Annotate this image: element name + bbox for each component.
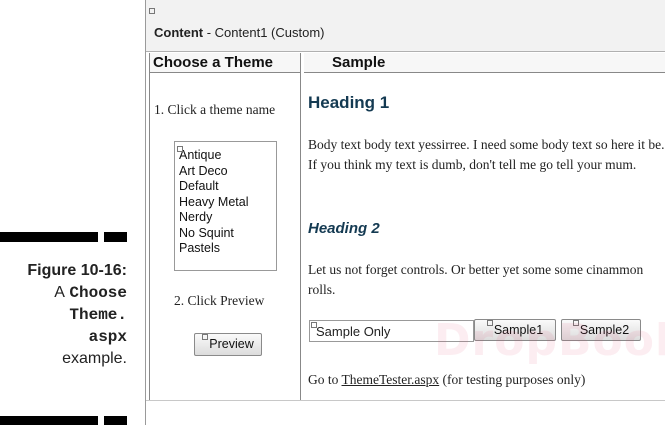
theme-list: Antique Art Deco Default Heavy Metal Nerdy No… bbox=[179, 148, 276, 257]
theme-list-item[interactable]: Pastels bbox=[179, 241, 276, 257]
preview-smart-tag-icon bbox=[202, 334, 209, 340]
content-placeholder-header[interactable]: Content - Content1 (Custom) bbox=[146, 0, 665, 52]
theme-list-item[interactable]: No Squint bbox=[179, 226, 276, 242]
choose-theme-column: Choose a Theme 1. Click a theme name Ant… bbox=[149, 53, 301, 400]
caption-code-1: Choose bbox=[69, 284, 127, 302]
preview-button[interactable]: Preview bbox=[194, 333, 262, 356]
body-text: Body text body text yessirree. I need so… bbox=[308, 137, 665, 172]
preview-button-label: Preview bbox=[209, 337, 254, 351]
choose-theme-heading: Choose a Theme bbox=[150, 53, 300, 73]
caption-prefix: A bbox=[54, 284, 65, 301]
watermark: DropBooks bbox=[434, 315, 665, 366]
content-title: Content - Content1 (Custom) bbox=[154, 25, 324, 40]
sample-heading: Sample bbox=[304, 53, 665, 73]
caption-suffix: example. bbox=[62, 350, 127, 367]
heading-1: Heading 1 bbox=[308, 93, 390, 112]
listbox-smart-tag-icon[interactable] bbox=[177, 146, 183, 152]
theme-listbox[interactable]: Antique Art Deco Default Heavy Metal Nerdy No… bbox=[174, 141, 277, 271]
theme-list-item[interactable]: Nerdy bbox=[179, 210, 276, 226]
goto-line: Go to ThemeTester.aspx (for testing purp… bbox=[308, 370, 585, 390]
designer-surface: Content - Content1 (Custom) Choose a The… bbox=[145, 0, 665, 425]
figure-caption: Figure 10-16: A Choose Theme. aspx examp… bbox=[0, 260, 127, 370]
theme-list-item[interactable]: Default bbox=[179, 179, 276, 195]
figure-number: Figure 10-16: bbox=[27, 262, 127, 279]
themetester-link[interactable]: ThemeTester.aspx bbox=[342, 372, 440, 387]
theme-list-item[interactable]: Antique bbox=[179, 148, 276, 164]
content-subtitle: - Content1 (Custom) bbox=[203, 25, 325, 40]
heading-2: Heading 2 bbox=[308, 220, 380, 237]
goto-prefix: Go to bbox=[308, 372, 342, 387]
controls-text: Let us not forget controls. Or better ye… bbox=[308, 262, 644, 297]
theme-list-item[interactable]: Heavy Metal bbox=[179, 195, 276, 211]
theme-list-item[interactable]: Art Deco bbox=[179, 164, 276, 180]
content-bold-title: Content bbox=[154, 25, 204, 40]
sample-column: Sample Heading 1 Body text body text yes… bbox=[304, 53, 665, 400]
caption-code-2: Theme. bbox=[69, 306, 127, 324]
caption-code-3: aspx bbox=[88, 328, 127, 346]
smart-tag-icon[interactable] bbox=[149, 8, 155, 14]
goto-suffix: (for testing purposes only) bbox=[439, 372, 586, 387]
sample-only-text: Sample Only bbox=[316, 324, 391, 339]
step2-label: 2. Click Preview bbox=[174, 293, 265, 308]
caption-top-rule bbox=[0, 232, 127, 242]
footer-divider bbox=[146, 400, 665, 401]
caption-bottom-rule bbox=[0, 416, 127, 425]
step1-label: 1. Click a theme name bbox=[154, 102, 276, 117]
textbox-smart-tag-icon bbox=[311, 322, 317, 328]
